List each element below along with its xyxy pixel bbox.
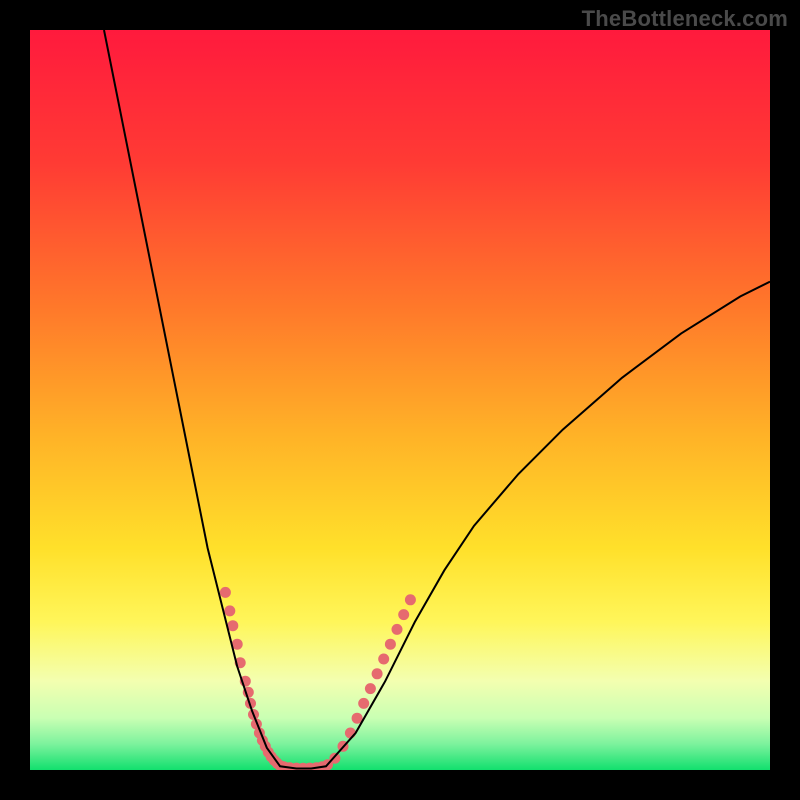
dot-marker: [358, 698, 369, 709]
dot-marker: [224, 605, 235, 616]
chart-frame: TheBottleneck.com: [0, 0, 800, 800]
dot-marker: [378, 654, 389, 665]
dot-marker: [220, 587, 231, 598]
dot-marker: [398, 609, 409, 620]
dot-marker: [365, 683, 376, 694]
dot-marker: [392, 624, 403, 635]
gradient-rect: [30, 30, 770, 770]
chart-svg: [30, 30, 770, 770]
dot-marker: [405, 594, 416, 605]
dot-marker: [372, 668, 383, 679]
plot-area: [30, 30, 770, 770]
dot-marker: [385, 639, 396, 650]
dot-marker: [345, 728, 356, 739]
watermark-text: TheBottleneck.com: [582, 6, 788, 32]
